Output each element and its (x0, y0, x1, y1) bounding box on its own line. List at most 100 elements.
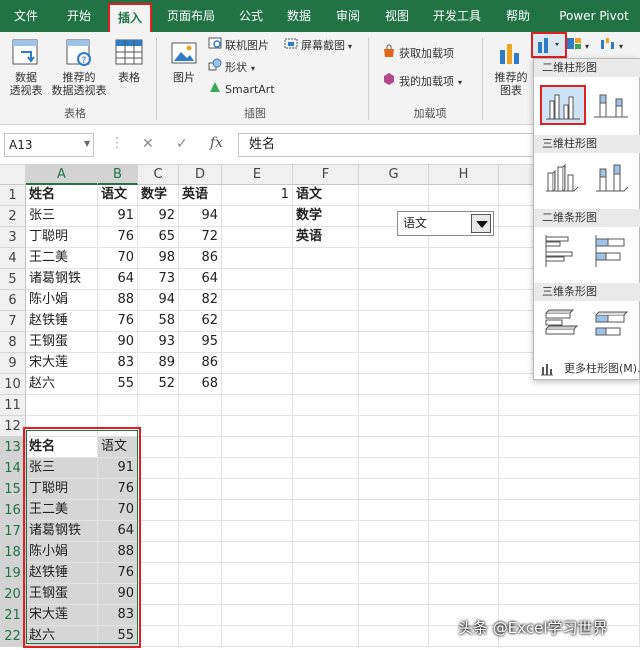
table-cell[interactable]: 76 (98, 311, 138, 332)
3d-stacked-column-option[interactable] (590, 159, 636, 199)
cell[interactable] (359, 521, 429, 542)
3d-stacked-bar-option[interactable] (590, 307, 636, 347)
table-cell[interactable]: 94 (138, 290, 179, 311)
cell[interactable] (138, 416, 179, 437)
cell[interactable] (429, 542, 499, 563)
table-cell[interactable]: 93 (138, 332, 179, 353)
row-header-19[interactable]: 19 (0, 563, 26, 584)
cell[interactable] (293, 332, 359, 353)
cell[interactable] (359, 374, 429, 395)
cell[interactable] (138, 437, 179, 458)
cell[interactable] (499, 584, 640, 605)
table-cell[interactable]: 91 (98, 206, 138, 227)
cell[interactable] (429, 332, 499, 353)
cell[interactable] (359, 290, 429, 311)
tab-insert[interactable]: 插入 (108, 3, 152, 32)
row-header-1[interactable]: 1 (0, 185, 26, 206)
table-cell[interactable]: 55 (98, 374, 138, 395)
row-header-4[interactable]: 4 (0, 248, 26, 269)
table-cell[interactable]: 张三 (26, 458, 98, 479)
cell[interactable] (222, 437, 293, 458)
cell[interactable] (222, 479, 293, 500)
cell[interactable] (293, 563, 359, 584)
cell[interactable] (293, 395, 359, 416)
column-header-f[interactable]: F (293, 165, 359, 185)
cell[interactable] (138, 605, 179, 626)
table-cell[interactable]: 陈小娟 (26, 542, 98, 563)
column-header-c[interactable]: C (138, 165, 179, 185)
cell[interactable] (359, 395, 429, 416)
table-cell[interactable]: 赵六 (26, 374, 98, 395)
cancel-icon[interactable]: ✕ (142, 136, 154, 152)
cell[interactable] (293, 605, 359, 626)
cell[interactable] (222, 563, 293, 584)
subject-cell[interactable]: 语文 (293, 185, 359, 206)
row-header-2[interactable]: 2 (0, 206, 26, 227)
column-header-d[interactable]: D (179, 165, 222, 185)
cell[interactable] (499, 563, 640, 584)
screenshot-button[interactable]: 屏幕截图 ▾ (284, 36, 352, 54)
cell[interactable] (222, 206, 293, 227)
table-cell[interactable]: 90 (98, 332, 138, 353)
table-cell[interactable]: 52 (138, 374, 179, 395)
cell[interactable] (499, 479, 640, 500)
cell[interactable] (359, 584, 429, 605)
cell[interactable] (429, 563, 499, 584)
cell[interactable] (359, 269, 429, 290)
cell[interactable] (429, 374, 499, 395)
table-cell[interactable]: 宋大莲 (26, 353, 98, 374)
row-header-7[interactable]: 7 (0, 311, 26, 332)
cell[interactable] (138, 500, 179, 521)
cell[interactable] (179, 500, 222, 521)
cell[interactable] (222, 500, 293, 521)
row-header-6[interactable]: 6 (0, 290, 26, 311)
cell[interactable] (359, 458, 429, 479)
cell[interactable] (222, 521, 293, 542)
cell[interactable] (359, 626, 429, 647)
table-cell[interactable]: 90 (98, 584, 138, 605)
table-cell[interactable]: 64 (98, 521, 138, 542)
tab-developer[interactable]: 开发工具 (425, 0, 489, 32)
table-cell[interactable]: 55 (98, 626, 138, 647)
subject-cell[interactable]: 数学 (293, 206, 359, 227)
cell[interactable] (222, 269, 293, 290)
picture-button[interactable]: 图片 (164, 38, 204, 84)
cell[interactable] (293, 374, 359, 395)
cell[interactable] (359, 416, 429, 437)
cell[interactable] (359, 563, 429, 584)
tab-view[interactable]: 视图 (377, 0, 417, 32)
column-header-b[interactable]: B (98, 165, 138, 185)
table-cell[interactable]: 76 (98, 479, 138, 500)
row-header-14[interactable]: 14 (0, 458, 26, 479)
cell[interactable] (293, 311, 359, 332)
cell[interactable] (293, 353, 359, 374)
table-cell[interactable]: 58 (138, 311, 179, 332)
cell[interactable] (222, 311, 293, 332)
cell[interactable] (429, 311, 499, 332)
row-header-3[interactable]: 3 (0, 227, 26, 248)
cell[interactable] (179, 521, 222, 542)
cell[interactable] (359, 311, 429, 332)
header-cell[interactable]: 语文 (98, 185, 138, 206)
tab-review[interactable]: 审阅 (328, 0, 368, 32)
table-cell[interactable]: 王二美 (26, 500, 98, 521)
table-cell[interactable]: 王钢蛋 (26, 584, 98, 605)
cell[interactable] (429, 521, 499, 542)
cell[interactable] (293, 458, 359, 479)
cell[interactable] (222, 416, 293, 437)
cell[interactable] (222, 626, 293, 647)
3d-clustered-bar-option[interactable] (540, 307, 586, 347)
row-header-18[interactable]: 18 (0, 542, 26, 563)
recommended-pivot-button[interactable]: ? 推荐的 数据透视表 (48, 38, 110, 97)
cell[interactable] (138, 521, 179, 542)
cell[interactable] (179, 416, 222, 437)
more-column-charts-link[interactable]: 更多柱形图(M)... (534, 359, 640, 379)
cell[interactable] (359, 332, 429, 353)
cell[interactable] (138, 563, 179, 584)
row-header-21[interactable]: 21 (0, 605, 26, 626)
cell[interactable] (293, 269, 359, 290)
cell[interactable] (26, 416, 98, 437)
clustered-column-option[interactable] (540, 85, 586, 125)
cell[interactable] (293, 542, 359, 563)
cell[interactable] (222, 332, 293, 353)
